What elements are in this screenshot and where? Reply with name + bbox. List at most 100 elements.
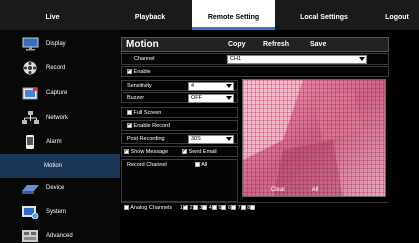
sensitivity-select[interactable]: 4	[188, 82, 234, 91]
channel-row: Channel CH1	[121, 53, 389, 65]
buzzer-label: Buzzer	[127, 95, 145, 101]
enable-record-row: Enable Record	[121, 120, 238, 131]
enable-record-label: Enable Record	[133, 123, 170, 129]
checkbox-icon	[124, 146, 129, 157]
tab-live[interactable]: Live	[0, 0, 105, 30]
sidebar-item-label: System	[46, 209, 67, 215]
tab-local-settings[interactable]: Local Settings	[278, 0, 370, 30]
sidebar-item-advanced[interactable]: Advanced	[0, 224, 120, 243]
chevron-down-icon	[359, 57, 365, 62]
record-channel-row: Record Channel All	[121, 159, 238, 202]
motion-panel: Motion Copy Refresh Save Channel CH1 Ena…	[121, 37, 389, 243]
network-icon	[22, 111, 39, 125]
buzzer-row: Buzzer OFF	[121, 92, 238, 103]
sidebar-item-system[interactable]: System	[0, 200, 120, 224]
chevron-down-icon	[226, 84, 232, 89]
checkbox-icon	[183, 202, 188, 211]
send-email-checkbox[interactable]: Send Email	[182, 146, 217, 158]
channel-2-checkbox[interactable]: 2	[190, 205, 198, 211]
checkbox-icon	[195, 162, 200, 168]
sidebar-item-display[interactable]: Display	[0, 32, 120, 56]
fullscreen-row: Full Screen	[121, 107, 238, 118]
sidebar-item-alarm[interactable]: Alarm	[0, 130, 120, 154]
sidebar-item-label: Network	[46, 115, 69, 121]
channel-value: CH1	[230, 56, 242, 62]
tab-logout[interactable]: Logout	[375, 0, 419, 30]
analog-channels-checkbox[interactable]: Analog Channels	[124, 204, 172, 213]
channel-label: Channel	[134, 56, 155, 62]
copy-button[interactable]: Copy	[228, 41, 246, 48]
checkbox-icon	[221, 205, 227, 211]
camera-preview-image	[243, 80, 385, 196]
chevron-down-icon	[226, 137, 232, 142]
post-recording-label: Post Recording	[127, 136, 165, 142]
checkbox-icon	[250, 205, 256, 211]
analog-channels-row: Analog Channels 1 2 3 4 5 6 7 8	[121, 202, 389, 214]
sidebar-item-device[interactable]: Device	[0, 176, 120, 200]
show-message-checkbox[interactable]: Show Message	[124, 146, 168, 158]
checkbox-icon	[192, 205, 198, 211]
buzzer-select[interactable]: OFF	[188, 94, 234, 103]
sidebar-item-motion[interactable]: Motion	[0, 154, 120, 178]
checkbox-icon	[182, 146, 187, 157]
alarm-phone-icon	[22, 135, 39, 149]
post-recording-value: 30S	[191, 136, 201, 142]
fullscreen-label: Full Screen	[133, 110, 162, 116]
buzzer-value: OFF	[191, 95, 202, 101]
send-email-label: Send Email	[188, 149, 217, 155]
channel-3-checkbox[interactable]: 3	[199, 205, 208, 211]
sidebar-item-label: Alarm	[46, 139, 62, 145]
checkbox-icon	[240, 205, 246, 211]
sensitivity-row: Sensitivity 4	[121, 80, 238, 91]
enable-label: Enable	[133, 69, 151, 75]
checkbox-icon	[202, 205, 208, 211]
channel-4-checkbox[interactable]: 4	[209, 205, 217, 211]
checkbox-icon	[124, 205, 129, 211]
motion-area-preview[interactable]	[242, 79, 386, 197]
advanced-board-icon	[22, 229, 39, 243]
refresh-button[interactable]: Refresh	[263, 41, 289, 48]
clear-button[interactable]: Clear	[266, 185, 290, 195]
channel-checkbox-list: 1 2 3 4 5 6 7 8	[180, 202, 256, 213]
sidebar-item-label: Motion	[44, 163, 63, 169]
record-all-checkbox[interactable]: All	[195, 160, 207, 171]
channel-1-checkbox[interactable]: 1	[180, 202, 188, 211]
checkbox-icon	[211, 205, 217, 211]
channel-5-checkbox[interactable]: 5	[218, 205, 227, 211]
sidebar-item-label: Display	[46, 41, 66, 47]
chevron-down-icon	[226, 96, 232, 101]
film-reel-icon	[22, 61, 39, 75]
sidebar-item-label: Advanced	[46, 233, 73, 239]
record-all-label: All	[201, 162, 208, 168]
tab-remote-setting[interactable]: Remote Setting	[192, 0, 275, 30]
analog-channels-label: Analog Channels	[130, 205, 173, 211]
fullscreen-checkbox[interactable]: Full Screen	[127, 108, 161, 119]
all-area-button[interactable]: All	[306, 185, 324, 195]
save-button[interactable]: Save	[310, 41, 326, 48]
sidebar-item-capture[interactable]: Capture	[0, 81, 120, 105]
enable-checkbox[interactable]: Enable	[127, 66, 151, 78]
notify-row: Show Message Send Email	[121, 146, 238, 157]
record-channel-label: Record Channel	[127, 162, 167, 168]
sidebar-item-network[interactable]: Network	[0, 106, 120, 130]
sidebar-item-record[interactable]: Record	[0, 56, 120, 80]
enable-record-checkbox[interactable]: Enable Record	[127, 120, 170, 132]
sensitivity-value: 4	[191, 83, 195, 89]
sensitivity-label: Sensitivity	[127, 83, 152, 89]
panel-header: Motion Copy Refresh Save	[121, 37, 389, 52]
channel-8-checkbox[interactable]: 8	[247, 205, 256, 211]
capture-icon	[22, 86, 39, 100]
post-recording-select[interactable]: 30S	[188, 135, 234, 144]
checkbox-icon	[231, 205, 237, 211]
system-settings-icon	[22, 205, 39, 220]
channel-6-checkbox[interactable]: 6	[228, 205, 237, 211]
enable-row: Enable	[121, 66, 389, 77]
sidebar-item-label: Device	[46, 185, 65, 191]
post-recording-row: Post Recording 30S	[121, 133, 238, 144]
checkbox-icon	[127, 66, 132, 77]
checkbox-icon	[127, 120, 132, 131]
channel-7-checkbox[interactable]: 7	[238, 205, 246, 211]
tab-playback[interactable]: Playback	[105, 0, 195, 30]
top-nav: Live Playback Remote Setting Local Setti…	[0, 0, 419, 30]
channel-select[interactable]: CH1	[227, 55, 367, 64]
